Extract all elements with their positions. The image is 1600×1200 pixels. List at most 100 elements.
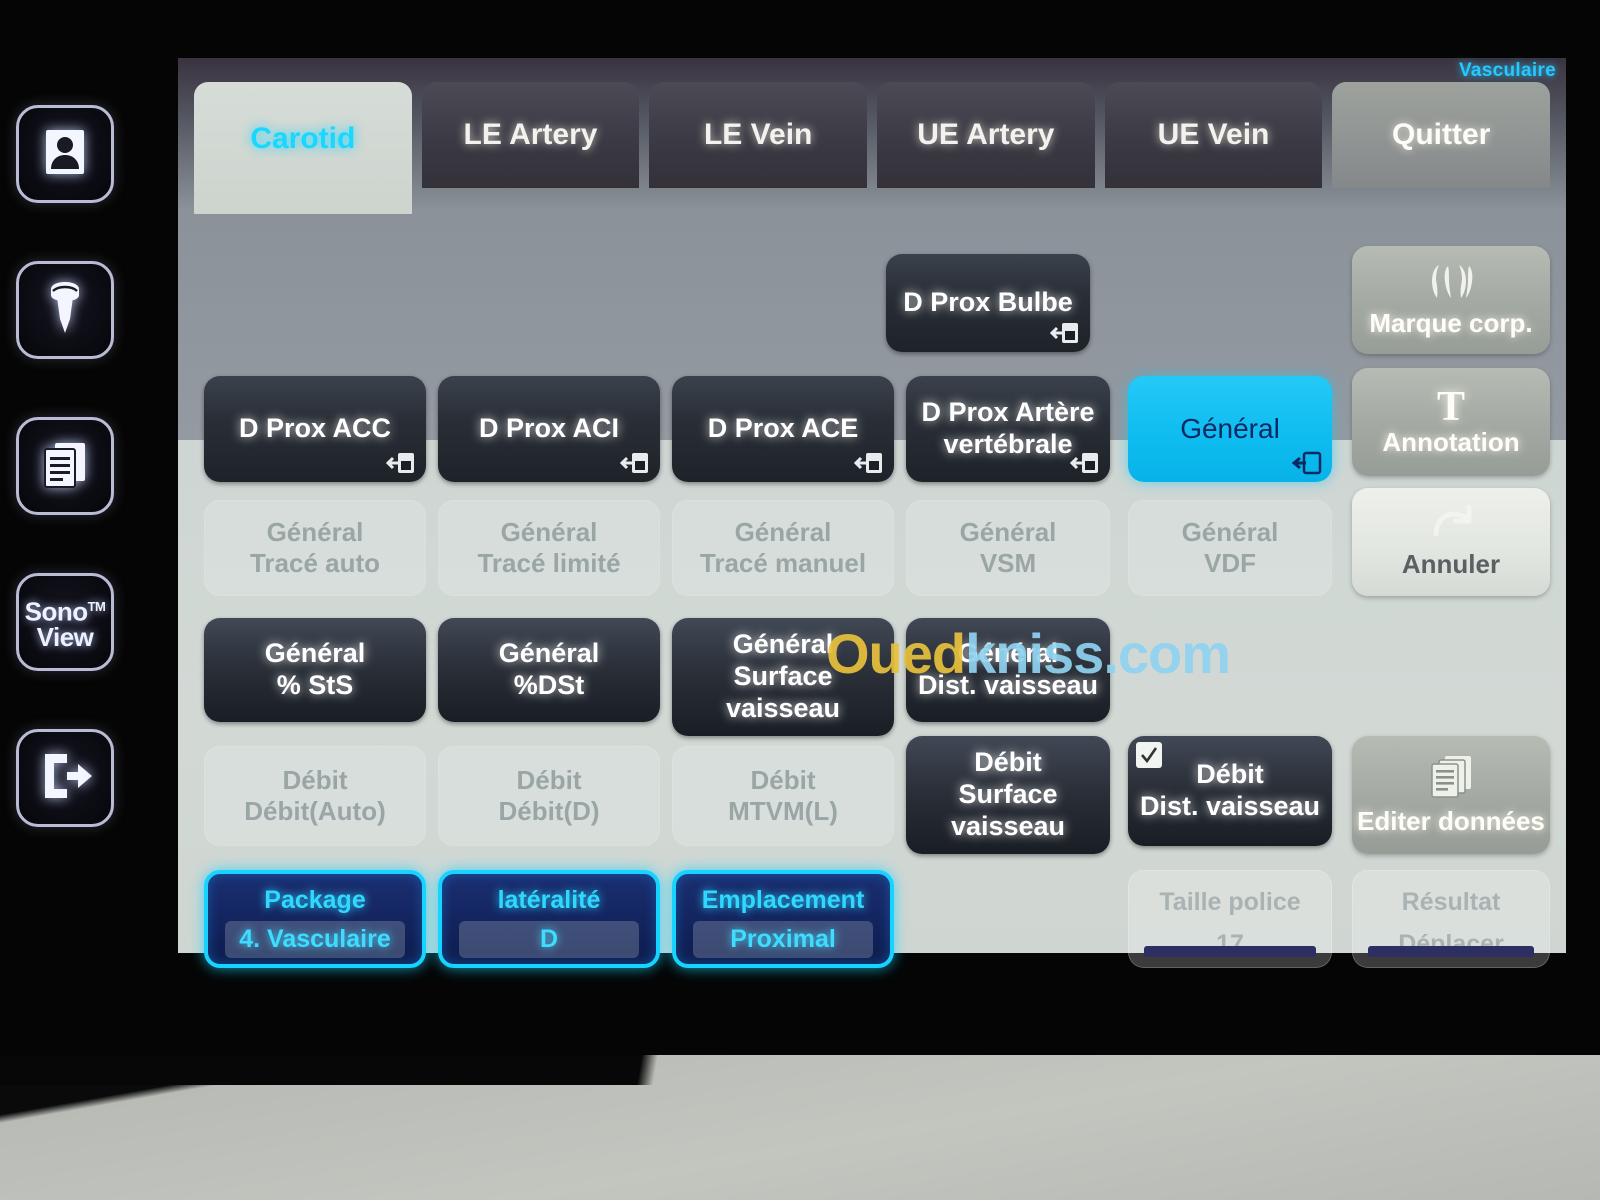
exam-mode-label: Vasculaire [1458,60,1556,81]
selector-value: D [459,920,639,958]
selector-title: latéralité [497,886,601,914]
patient-card-button[interactable] [16,105,114,203]
touchscreen-root: SonoTM View Vasculaire Carotid LE Artery… [0,0,1600,1200]
btn-general-dist-vaisseau[interactable]: Général Dist. vaisseau [906,618,1110,722]
enter-icon [1069,450,1100,476]
enter-icon [1049,320,1080,346]
btn-debit-auto[interactable]: Débit Débit(Auto) [204,746,426,846]
enter-icon [853,450,884,476]
logout-icon [37,750,93,807]
report-button[interactable] [16,417,114,515]
tab-label: Carotid [250,122,356,155]
enter-icon [619,450,650,476]
btn-d-prox-aci[interactable]: D Prox ACI [438,376,660,482]
btn-label: Annotation [1382,426,1520,457]
btn-label: D Prox Artère vertébrale [921,397,1095,459]
btn-general-vdf[interactable]: Général VDF [1128,500,1332,596]
selector-title: Package [264,886,366,914]
btn-label: Débit Surface vaisseau [950,747,1066,841]
btn-general-pct-sts[interactable]: Général % StS [204,618,426,722]
btn-editer-donnees[interactable]: Editer données [1352,736,1550,854]
slider-resultat[interactable]: Résultat Déplacer [1352,870,1550,968]
btn-label: Général VSM [959,517,1057,578]
btn-label: Débit MTVM(L) [728,765,838,826]
btn-d-prox-ace[interactable]: D Prox ACE [672,376,894,482]
tab-le-artery[interactable]: LE Artery [421,82,640,188]
tab-le-vein[interactable]: LE Vein [649,82,868,188]
enter-icon [1291,450,1322,476]
copy-pages-icon [1425,753,1477,806]
touch-panel: Vasculaire Carotid LE Artery LE Vein UE … [178,58,1566,968]
btn-d-prox-artere-vertebrale[interactable]: D Prox Artère vertébrale [906,376,1110,482]
btn-general-selected[interactable]: Général [1128,376,1332,482]
btn-general-surface-vaisseau[interactable]: Général Surface vaisseau [672,618,894,736]
slider-title: Résultat [1401,888,1501,916]
selector-emplacement[interactable]: Emplacement Proximal [672,870,894,968]
btn-label: Général Tracé manuel [699,517,867,578]
exit-button[interactable] [16,729,114,827]
btn-debit-dist-vaisseau[interactable]: Débit Dist. vaisseau [1128,736,1332,846]
btn-general-trace-manuel[interactable]: Général Tracé manuel [672,500,894,596]
btn-debit-d[interactable]: Débit Débit(D) [438,746,660,846]
undo-icon [1426,504,1476,549]
btn-label: Débit Dist. vaisseau [1139,759,1321,821]
probe-select-button[interactable] [16,261,114,359]
btn-general-pct-dst[interactable]: Général %DSt [438,618,660,722]
btn-general-trace-limite[interactable]: Général Tracé limité [438,500,660,596]
btn-label: Général %DSt [498,638,600,700]
measurement-grid: D Prox Bulbe Marque corp. D Prox ACC D P… [194,188,1550,968]
btn-label: Général % StS [264,638,366,700]
tab-carotid[interactable]: Carotid [194,82,412,214]
btn-debit-mtvm-l[interactable]: Débit MTVM(L) [672,746,894,846]
btn-general-trace-auto[interactable]: Général Tracé auto [204,500,426,596]
btn-label: Débit Débit(Auto) [244,765,386,826]
btn-label: D Prox ACC [238,413,392,444]
checkbox-checked-icon[interactable] [1136,742,1162,768]
btn-general-vsm[interactable]: Général VSM [906,500,1110,596]
report-icon [37,436,93,497]
btn-label: Général Surface vaisseau [725,629,841,723]
btn-annotation[interactable]: T Annotation [1352,368,1550,476]
btn-label: D Prox Bulbe [903,287,1073,318]
btn-marque-corp[interactable]: Marque corp. [1352,246,1550,354]
selector-lateralite[interactable]: latéralité D [438,870,660,968]
btn-label: Débit Débit(D) [498,765,600,826]
btn-label: Annuler [1401,549,1501,579]
tab-label: UE Vein [1157,118,1270,151]
desk-surface [0,1055,1600,1200]
tab-bar: Carotid LE Artery LE Vein UE Artery UE V… [194,82,1551,214]
tab-label: UE Artery [917,118,1055,151]
btn-label: Marque corp. [1369,308,1533,338]
selector-title: Emplacement [701,886,865,914]
btn-label: Général [1180,413,1280,445]
btn-label: Général Dist. vaisseau [917,638,1099,700]
left-side-rail: SonoTM View [0,60,130,960]
transducer-icon [37,279,93,342]
tab-label: Quitter [1392,118,1491,151]
selector-package[interactable]: Package 4. Vasculaire [204,870,426,968]
slider-track[interactable] [1144,946,1316,957]
btn-label: Général VDF [1181,517,1279,578]
slider-track[interactable] [1367,946,1535,957]
slider-taille-police[interactable]: Taille police 17 [1128,870,1332,968]
btn-annuler[interactable]: Annuler [1352,488,1550,596]
btn-label: D Prox ACE [707,413,859,444]
sonoview-label: SonoTM View [24,596,106,653]
tab-ue-vein[interactable]: UE Vein [1104,82,1323,188]
tab-quitter[interactable]: Quitter [1332,82,1551,188]
text-t-icon: T [1436,383,1465,430]
btn-label: Editer données [1357,806,1545,836]
btn-d-prox-acc[interactable]: D Prox ACC [204,376,426,482]
tab-ue-artery[interactable]: UE Artery [877,82,1095,188]
tab-label: LE Artery [463,118,598,151]
btn-label: Général Tracé auto [249,517,381,578]
btn-label: Général Tracé limité [477,517,621,578]
sonoview-button[interactable]: SonoTM View [16,573,114,671]
btn-d-prox-bulbe[interactable]: D Prox Bulbe [886,254,1090,352]
btn-label: D Prox ACI [478,413,620,444]
body-mark-icon [1425,261,1477,308]
tab-label: LE Vein [703,118,813,151]
selector-value: 4. Vasculaire [225,920,405,958]
patient-card-icon [38,125,92,184]
btn-debit-surface-vaisseau[interactable]: Débit Surface vaisseau [906,736,1110,854]
